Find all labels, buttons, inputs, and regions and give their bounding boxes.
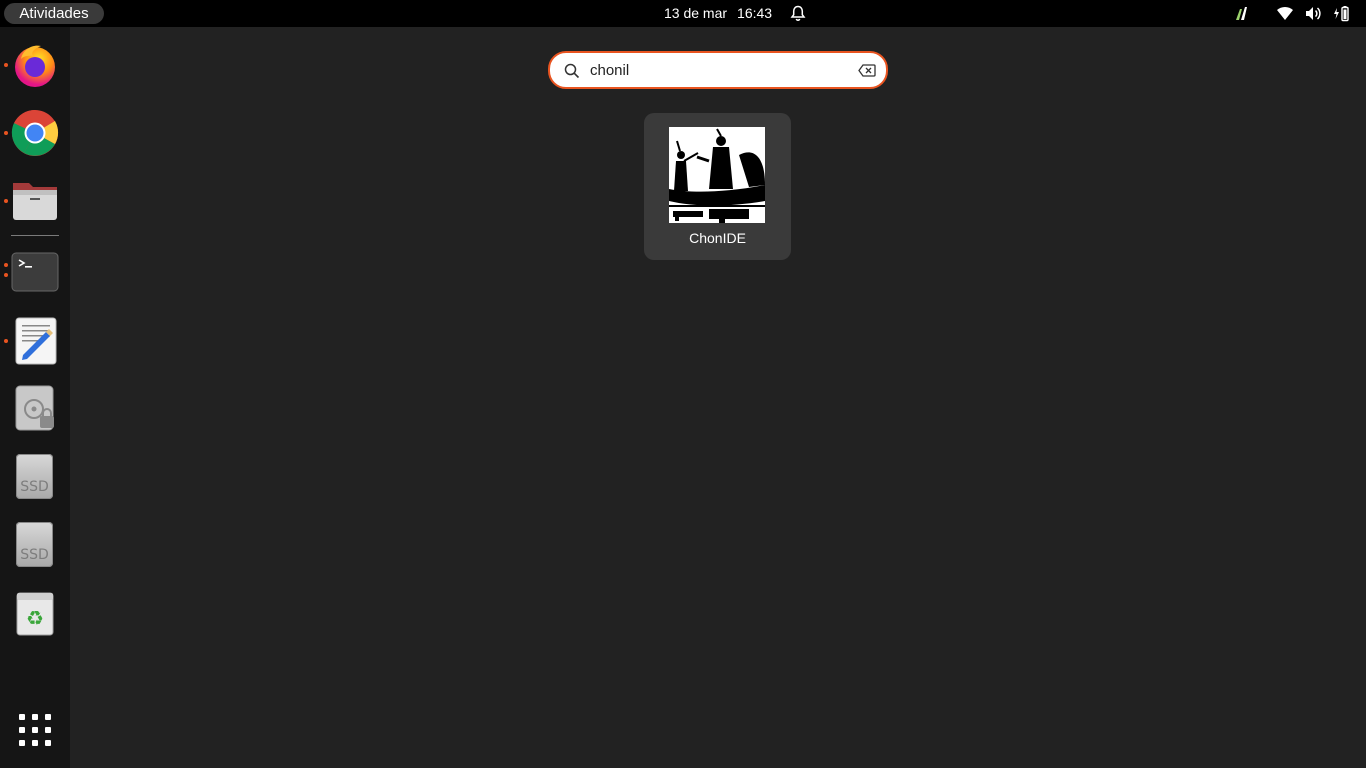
ssd-label: SSD [20,547,49,563]
trash-icon[interactable]: ♻ [14,589,56,637]
search-box[interactable] [548,51,888,89]
search-input[interactable] [590,60,840,80]
running-indicator [4,339,8,343]
app-result-label: ChonIDE [689,230,746,246]
dock-separator [11,235,59,236]
running-indicator [4,63,8,67]
clock-button[interactable]: 13 de mar 16:43 [664,0,782,27]
volume-icon[interactable] [1304,5,1322,22]
firefox-icon[interactable] [11,41,59,89]
disk-icon[interactable] [14,384,56,432]
app-result-tile[interactable]: ChonIDE [644,113,791,260]
notification-bell-icon[interactable] [790,5,806,22]
running-indicator [4,131,8,135]
terminal-icon[interactable] [11,248,59,296]
search-icon [564,63,580,79]
text-editor-icon[interactable] [11,317,59,365]
svg-text:♻: ♻ [26,606,44,630]
ssd-drive-icon[interactable]: SSD [16,522,53,567]
activities-button[interactable]: Atividades [4,3,104,24]
running-indicator [4,199,8,203]
battery-icon[interactable] [1333,5,1351,22]
chonide-app-icon [669,127,765,223]
wifi-icon[interactable] [1276,5,1294,22]
folder-icon[interactable] [11,177,59,225]
time-label: 16:43 [737,5,773,21]
chrome-icon[interactable] [11,109,59,157]
app-grid-icon[interactable] [19,714,51,746]
clear-icon[interactable] [858,64,876,77]
ssd-drive-icon[interactable]: SSD [16,454,53,499]
date-label: 13 de mar [664,5,728,21]
running-indicator [4,273,8,277]
dock: SSD SSD ♻ [0,27,70,768]
running-indicator [4,263,8,267]
performance-icon[interactable] [1233,5,1249,22]
ssd-label: SSD [20,479,49,495]
top-bar: Atividades 13 de mar 16:43 [0,0,1366,27]
